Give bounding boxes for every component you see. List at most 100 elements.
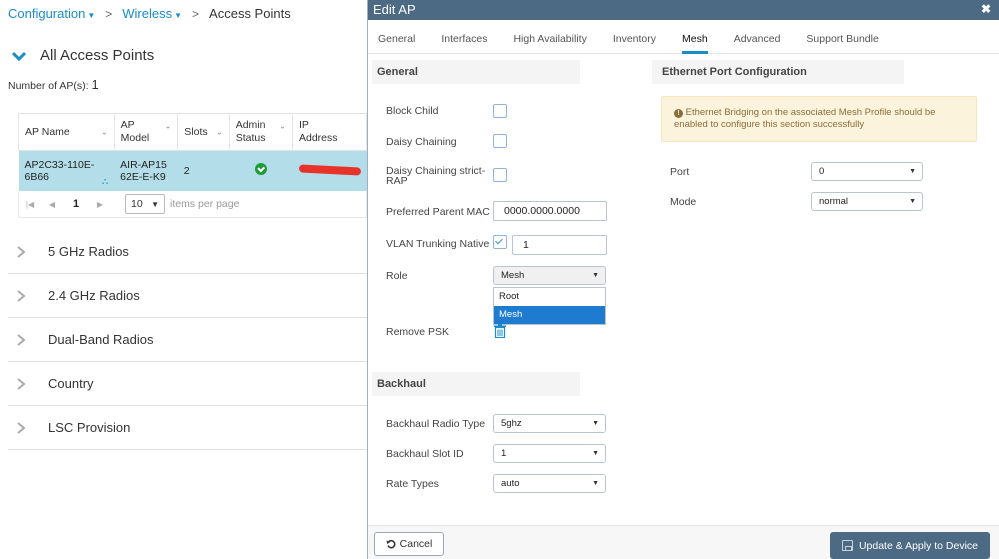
ethernet-warning: ! Ethernet Bridging on the associated Me…: [661, 96, 977, 142]
role-value: Mesh: [501, 270, 525, 281]
breadcrumb-configuration-label: Configuration: [8, 6, 86, 21]
chevron-down-icon: [12, 51, 26, 61]
backhaul-slot-id-select[interactable]: 1 ▼: [493, 444, 606, 463]
apply-label: Update & Apply to Device: [858, 539, 979, 552]
section-24ghz-radios[interactable]: 2.4 GHz Radios: [8, 274, 367, 318]
column-header-admin-status[interactable]: Admin Status ⌄: [228, 113, 294, 151]
tab-support-bundle[interactable]: Support Bundle: [806, 20, 878, 54]
general-section-heading: General: [372, 60, 580, 84]
breadcrumb-separator: >: [192, 6, 200, 21]
ap-name: AP2C33-110E-6B66: [24, 158, 95, 183]
sort-icon: ⌄: [100, 127, 108, 137]
next-page-icon[interactable]: ▶: [89, 200, 111, 209]
chevron-right-icon: [17, 289, 26, 302]
cell-ip-address: [292, 150, 367, 191]
pagination: |◀ ◀ 1 ▶ 10 ▼ items per page: [18, 191, 367, 218]
daisy-chaining-label: Daisy Chaining: [386, 136, 457, 148]
role-dropdown: Root Mesh: [493, 287, 606, 325]
modal-header: Edit AP ✖: [368, 0, 999, 20]
mode-label: Mode: [670, 196, 697, 208]
tab-inventory[interactable]: Inventory: [613, 20, 656, 54]
save-icon: [841, 540, 853, 551]
tab-advanced[interactable]: Advanced: [734, 20, 781, 54]
role-select[interactable]: Mesh ▼: [493, 266, 606, 285]
section-lsc-provision[interactable]: LSC Provision: [8, 406, 367, 450]
column-label: Slots: [184, 126, 208, 138]
tab-interfaces[interactable]: Interfaces: [441, 20, 487, 54]
cancel-button[interactable]: Cancel: [374, 532, 444, 556]
breadcrumb: Configuration ▼ > Wireless ▼ > Access Poin…: [8, 6, 291, 21]
caret-down-icon: ▼: [174, 11, 183, 20]
close-icon[interactable]: ✖: [981, 0, 991, 19]
tab-mesh[interactable]: Mesh: [682, 20, 708, 54]
section-label: LSC Provision: [48, 420, 131, 435]
backhaul-slot-id-label: Backhaul Slot ID: [386, 448, 464, 460]
access-points-panel: Configuration ▼ > Wireless ▼ > Access Poin…: [0, 0, 367, 559]
breadcrumb-separator: >: [105, 6, 113, 21]
block-child-checkbox[interactable]: [493, 104, 507, 118]
daisy-chaining-strict-rap-checkbox[interactable]: [493, 168, 507, 182]
section-label: Country: [48, 376, 94, 391]
check-circle-icon: [254, 163, 267, 176]
column-label: AP Model: [120, 119, 150, 144]
vlan-trunking-native-input[interactable]: 1: [512, 235, 607, 255]
column-header-ip-address[interactable]: IP Address: [292, 113, 367, 151]
modal-title: Edit AP: [373, 2, 416, 17]
breadcrumb-configuration[interactable]: Configuration ▼: [8, 6, 95, 21]
cell-slots: 2: [177, 150, 230, 191]
column-header-ap-name[interactable]: AP Name ⌄: [18, 113, 115, 151]
ap-table: AP Name ⌄ AP Model ⌄ Slots ⌄ Admin Status ⌄ …: [18, 113, 367, 191]
collapsed-sections: 5 GHz Radios 2.4 GHz Radios Dual-Band Ra…: [8, 230, 367, 450]
undo-icon: [386, 539, 396, 549]
caret-down-icon: ▼: [909, 198, 916, 205]
cell-admin-status: [229, 150, 293, 191]
info-icon: !: [674, 109, 683, 118]
vlan-trunking-native-checkbox[interactable]: [493, 235, 507, 249]
vlan-trunking-native-label: VLAN Trunking Native: [386, 238, 490, 250]
per-page-select[interactable]: 10 ▼: [125, 194, 165, 214]
breadcrumb-wireless[interactable]: Wireless ▼: [122, 6, 182, 21]
trash-icon[interactable]: [493, 324, 507, 338]
prev-page-icon[interactable]: ◀: [41, 200, 63, 209]
backhaul-radio-type-label: Backhaul Radio Type: [386, 418, 486, 430]
chevron-right-icon: [17, 245, 26, 258]
block-child-label: Block Child: [386, 105, 439, 117]
breadcrumb-wireless-label: Wireless: [122, 6, 173, 21]
tab-high-availability[interactable]: High Availability: [513, 20, 586, 54]
cell-ap-name[interactable]: AP2C33-110E-6B66 ⛬: [18, 150, 115, 191]
rate-types-select[interactable]: auto ▼: [493, 474, 606, 493]
mesh-topology-icon: ⛬: [101, 175, 109, 186]
all-access-points-header[interactable]: All Access Points: [12, 47, 154, 64]
tab-general[interactable]: General: [378, 20, 415, 54]
ap-count-value: 1: [91, 77, 99, 92]
role-label: Role: [386, 270, 408, 282]
rate-types-label: Rate Types: [386, 478, 439, 490]
section-title: All Access Points: [40, 47, 155, 64]
role-option-root[interactable]: Root: [494, 288, 605, 306]
section-label: Dual-Band Radios: [48, 332, 154, 347]
chevron-right-icon: [17, 377, 26, 390]
daisy-chaining-checkbox[interactable]: [493, 134, 507, 148]
table-row[interactable]: AP2C33-110E-6B66 ⛬ AIR-AP1562E-E-K9 2: [18, 150, 367, 191]
section-country[interactable]: Country: [8, 362, 367, 406]
mode-select[interactable]: normal ▼: [811, 192, 923, 211]
update-apply-button[interactable]: Update & Apply to Device: [830, 532, 990, 559]
backhaul-radio-type-select[interactable]: 5ghz ▼: [493, 414, 606, 433]
chevron-right-icon: [17, 421, 26, 434]
caret-down-icon: ▼: [592, 272, 599, 279]
daisy-chaining-strict-rap-label: Daisy Chaining strict- RAP: [386, 166, 485, 187]
preferred-parent-mac-input[interactable]: 0000.0000.0000: [493, 201, 607, 221]
section-label: 5 GHz Radios: [48, 244, 129, 259]
first-page-icon[interactable]: |◀: [19, 200, 41, 209]
mode-value: normal: [819, 196, 849, 207]
per-page-label: items per page: [170, 198, 240, 210]
column-header-ap-model[interactable]: AP Model ⌄: [113, 113, 179, 151]
port-select[interactable]: 0 ▼: [811, 162, 923, 181]
cell-ap-model: AIR-AP1562E-E-K9: [114, 150, 178, 191]
section-5ghz-radios[interactable]: 5 GHz Radios: [8, 230, 367, 274]
column-header-slots[interactable]: Slots ⌄: [177, 113, 230, 151]
section-dual-band-radios[interactable]: Dual-Band Radios: [8, 318, 367, 362]
current-page[interactable]: 1: [63, 198, 89, 210]
role-option-mesh[interactable]: Mesh: [494, 306, 605, 324]
caret-down-icon: ▼: [87, 11, 96, 20]
